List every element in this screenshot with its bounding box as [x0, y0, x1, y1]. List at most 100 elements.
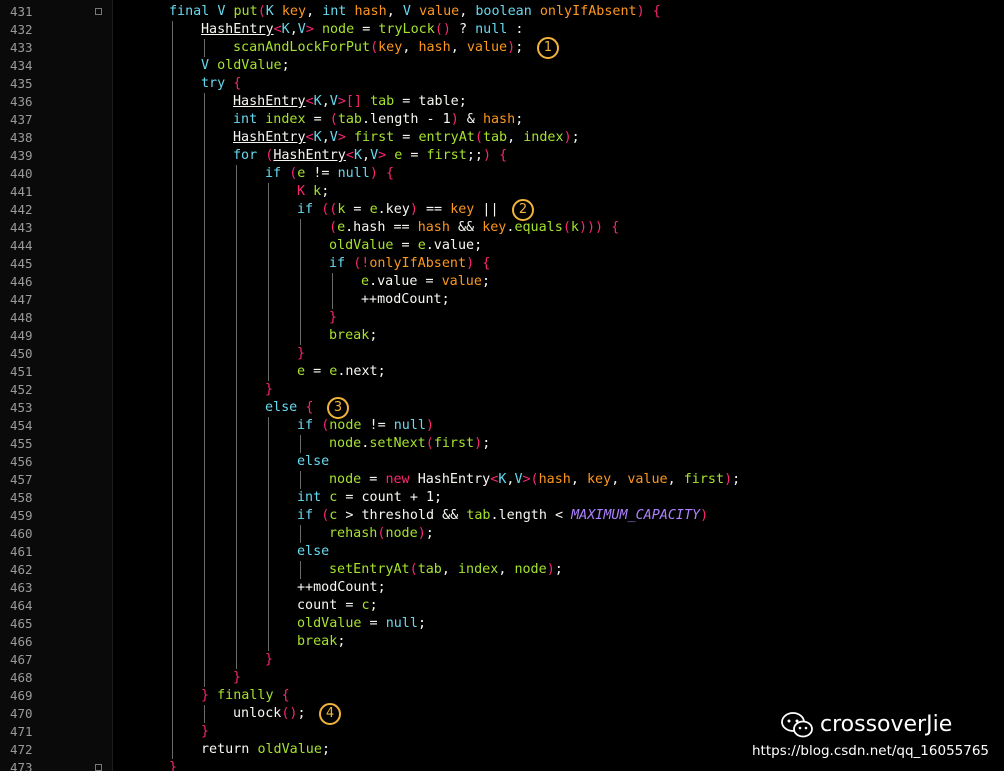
code-token: K	[353, 148, 362, 163]
code-line[interactable]: if (node != null)	[297, 417, 434, 435]
code-token: scanAndLockForPut	[233, 40, 371, 55]
code-editor[interactable]: 431 432 433 434 435 436 437 438 439 440 441 442 443 4…	[0, 0, 1004, 771]
code-line[interactable]: (e.hash == hash && key.equals(k))) {	[329, 219, 619, 237]
code-line[interactable]: if (!onlyIfAbsent) {	[329, 255, 490, 273]
code-line[interactable]: else {	[265, 399, 313, 417]
code-line[interactable]: e = e.next;	[297, 363, 386, 381]
step-marker: 4	[319, 703, 341, 725]
code-token: null	[385, 616, 418, 631]
line-number: 433	[10, 40, 33, 55]
line-number: 471	[10, 724, 33, 739]
code-line[interactable]: unlock();	[233, 705, 306, 723]
code-line[interactable]: node.setNext(first);	[329, 435, 490, 453]
code-token: else	[297, 544, 330, 559]
code-line[interactable]: int c = count + 1;	[297, 489, 442, 507]
code-token: for	[233, 148, 258, 163]
line-number: 441	[10, 184, 33, 199]
line-number: 439	[10, 148, 33, 163]
watermark-name: crossoverJie	[820, 712, 953, 737]
code-token: ,	[450, 40, 467, 55]
code-line[interactable]: }	[201, 723, 209, 741]
code-line[interactable]: return oldValue;	[201, 741, 330, 759]
code-line[interactable]: HashEntry<K,V> first = entryAt(tab, inde…	[233, 129, 580, 147]
code-token: (!	[353, 256, 370, 271]
line-number: 461	[10, 544, 33, 559]
code-line[interactable]: }	[233, 669, 241, 687]
code-line[interactable]: node = new HashEntry<K,V>(hash, key, val…	[329, 471, 740, 489]
code-line[interactable]: for (HashEntry<K,V> e = first;;) {	[233, 147, 507, 165]
code-token: ,	[386, 4, 403, 19]
code-line[interactable]: oldValue = null;	[297, 615, 426, 633]
code-line[interactable]: if (e != null) {	[265, 165, 394, 183]
fold-toggle-icon[interactable]	[95, 8, 102, 15]
line-number: 431	[10, 4, 33, 19]
code-line[interactable]: }	[265, 651, 273, 669]
line-number: 473	[10, 760, 33, 771]
code-line[interactable]: e.value = value;	[361, 273, 490, 291]
code-line[interactable]: oldValue = e.value;	[329, 237, 482, 255]
code-line[interactable]: break;	[329, 327, 377, 345]
code-token: ;	[482, 436, 491, 451]
code-line[interactable]: if ((k = e.key) == key ||	[297, 201, 499, 219]
code-line[interactable]: final V put(K key, int hash, V value, bo…	[169, 3, 661, 21]
line-number: 436	[10, 94, 33, 109]
code-token: (	[257, 4, 266, 19]
code-line[interactable]: else	[297, 453, 329, 471]
code-line[interactable]: K k;	[297, 183, 329, 201]
code-line[interactable]: ++modCount;	[297, 579, 386, 597]
code-token: first	[426, 148, 467, 163]
code-line[interactable]: V oldValue;	[201, 57, 290, 75]
code-token: break	[329, 328, 370, 343]
code-token: )	[563, 130, 572, 145]
code-line[interactable]: int index = (tab.length - 1) & hash;	[233, 111, 523, 129]
code-line[interactable]: rehash(node);	[329, 525, 434, 543]
code-token: value	[627, 472, 668, 487]
code-line[interactable]: if (c > threshold && tab.length < MAXIMU…	[297, 507, 708, 525]
code-token: first	[353, 130, 395, 145]
code-token: final	[169, 4, 218, 19]
code-line[interactable]: }	[169, 759, 177, 771]
indent-guide	[204, 93, 205, 687]
wechat-icon	[781, 712, 813, 738]
code-line[interactable]: break;	[297, 633, 345, 651]
code-line[interactable]: HashEntry<K,V> node = tryLock() ? null :	[201, 21, 524, 39]
code-line[interactable]: else	[297, 543, 329, 561]
code-token: first	[433, 436, 475, 451]
code-token: }	[265, 382, 274, 397]
code-line[interactable]: }	[265, 381, 273, 399]
line-number: 442	[10, 202, 33, 217]
code-token: .next;	[337, 364, 386, 379]
code-token: ,	[321, 94, 330, 109]
code-line[interactable]: HashEntry<K,V>[] tab = table;	[233, 93, 467, 111]
code-token: node	[329, 472, 362, 487]
code-token: (	[409, 562, 418, 577]
line-number: 453	[10, 400, 33, 415]
code-token: key	[378, 40, 403, 55]
code-token: tryLock	[378, 22, 435, 37]
code-token: =	[345, 202, 370, 217]
line-number: 451	[10, 364, 33, 379]
code-line[interactable]: ++modCount;	[361, 291, 450, 309]
fold-toggle-icon[interactable]	[95, 764, 102, 771]
code-token: ++modCount;	[361, 292, 450, 307]
code-line[interactable]: try {	[201, 75, 241, 93]
code-token: V	[201, 58, 218, 73]
code-line[interactable]: }	[297, 345, 305, 363]
code-token: (	[474, 130, 483, 145]
code-line[interactable]: } finally {	[201, 687, 290, 705]
code-token: (	[329, 220, 338, 235]
code-line[interactable]: }	[329, 309, 337, 327]
code-token: ,	[441, 562, 458, 577]
code-token: ||	[474, 202, 499, 217]
code-token: null	[393, 418, 426, 433]
line-number: 434	[10, 58, 33, 73]
code-line[interactable]: scanAndLockForPut(key, hash, value);	[233, 39, 523, 57]
code-token: hash	[417, 220, 450, 235]
code-line[interactable]: count = c;	[297, 597, 378, 615]
line-number: 440	[10, 166, 33, 181]
code-line[interactable]: setEntryAt(tab, index, node);	[329, 561, 563, 579]
line-number: 465	[10, 616, 33, 631]
